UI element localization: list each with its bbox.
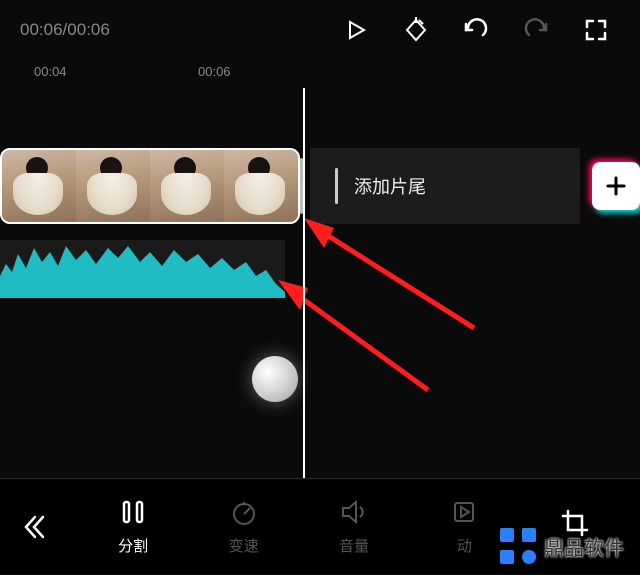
animate-icon [449, 497, 479, 527]
watermark-logo-icon [500, 528, 536, 564]
clip-thumbnail [76, 150, 150, 222]
undo-button[interactable] [462, 16, 490, 44]
clip-handle[interactable] [335, 168, 338, 204]
arrow-annotation [304, 218, 484, 338]
audio-track[interactable] [0, 240, 285, 298]
tool-label: 变速 [229, 535, 259, 556]
tool-animate[interactable]: 动 [424, 497, 504, 556]
redo-button[interactable] [522, 16, 550, 44]
clip-thumbnail [224, 150, 298, 222]
play-button[interactable] [342, 16, 370, 44]
record-button[interactable] [252, 356, 298, 402]
waveform-icon [0, 240, 285, 298]
clip-thumbnail [2, 150, 76, 222]
add-ending-label: 添加片尾 [354, 173, 426, 199]
fullscreen-button[interactable] [582, 16, 610, 44]
watermark: 鼎品软件 [500, 528, 624, 564]
top-bar: 00:06/00:06 [0, 0, 640, 60]
tool-label: 音量 [339, 535, 369, 556]
total-time: 00:06 [67, 20, 110, 39]
tool-volume[interactable]: 音量 [314, 497, 394, 556]
watermark-text: 鼎品软件 [544, 532, 624, 561]
time-display: 00:06/00:06 [20, 20, 110, 40]
tool-label: 动 [457, 535, 472, 556]
current-time: 00:06 [20, 20, 63, 39]
ruler-tick: 00:06 [198, 64, 231, 79]
back-button[interactable] [0, 479, 68, 575]
playhead[interactable] [303, 88, 305, 478]
timeline-area[interactable]: 添加片尾 [0, 88, 640, 478]
add-ending-clip[interactable]: 添加片尾 [310, 148, 580, 224]
ruler-tick: 00:04 [34, 64, 67, 79]
tool-label: 分割 [118, 535, 148, 556]
video-clip[interactable] [0, 148, 303, 224]
speed-icon [229, 497, 259, 527]
clip-thumbnail [150, 150, 224, 222]
arrow-annotation [278, 280, 438, 400]
ruler: 00:04 00:06 [0, 60, 640, 88]
tool-split[interactable]: 分割 [93, 497, 173, 556]
volume-icon [339, 497, 369, 527]
top-controls [342, 16, 620, 44]
add-clip-button[interactable] [592, 162, 640, 210]
keyframe-button[interactable] [402, 16, 430, 44]
tool-speed[interactable]: 变速 [204, 497, 284, 556]
split-icon [118, 497, 148, 527]
